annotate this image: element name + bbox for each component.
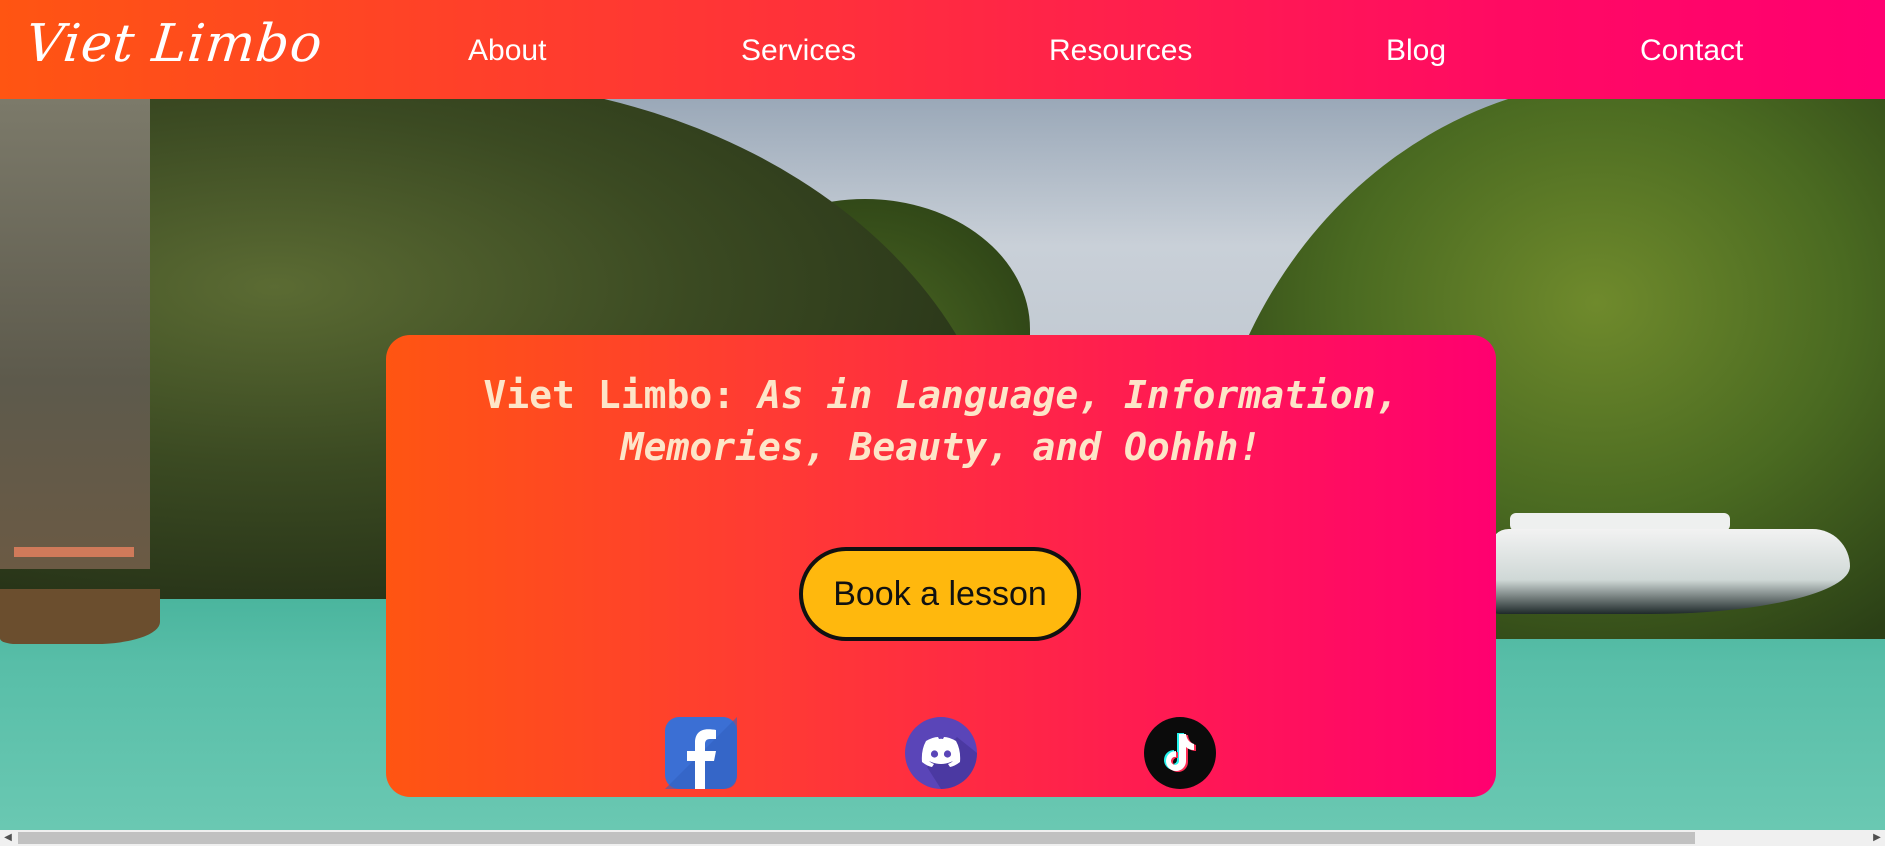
nav-link-contact[interactable]: Contact xyxy=(1640,34,1743,68)
nav-link-resources[interactable]: Resources xyxy=(1049,34,1192,68)
facebook-icon[interactable] xyxy=(665,717,737,789)
navbar: Viet Limbo About Services Resources Blog… xyxy=(0,0,1885,99)
nav-link-services[interactable]: Services xyxy=(741,34,856,68)
longtail-boat-roof xyxy=(14,547,134,557)
left-rock-face xyxy=(0,99,150,569)
scrollbar-thumb[interactable] xyxy=(18,832,1695,844)
scroll-left-arrow-icon[interactable]: ◀ xyxy=(0,830,16,846)
longtail-boat xyxy=(0,589,160,644)
horizontal-scrollbar[interactable]: ◀ ▶ xyxy=(0,830,1885,846)
hero-card: Viet Limbo: As in Language, Information,… xyxy=(386,335,1496,797)
nav-link-blog[interactable]: Blog xyxy=(1386,34,1446,68)
site-logo[interactable]: Viet Limbo xyxy=(23,14,326,74)
discord-icon[interactable] xyxy=(905,717,977,789)
hero-title-lead: Viet Limbo: xyxy=(483,373,758,417)
hero-title: Viet Limbo: As in Language, Information,… xyxy=(386,369,1496,473)
book-lesson-button[interactable]: Book a lesson xyxy=(799,547,1081,641)
tiktok-icon[interactable] xyxy=(1144,717,1216,789)
nav-link-about[interactable]: About xyxy=(468,34,546,68)
scroll-right-arrow-icon[interactable]: ▶ xyxy=(1869,830,1885,846)
